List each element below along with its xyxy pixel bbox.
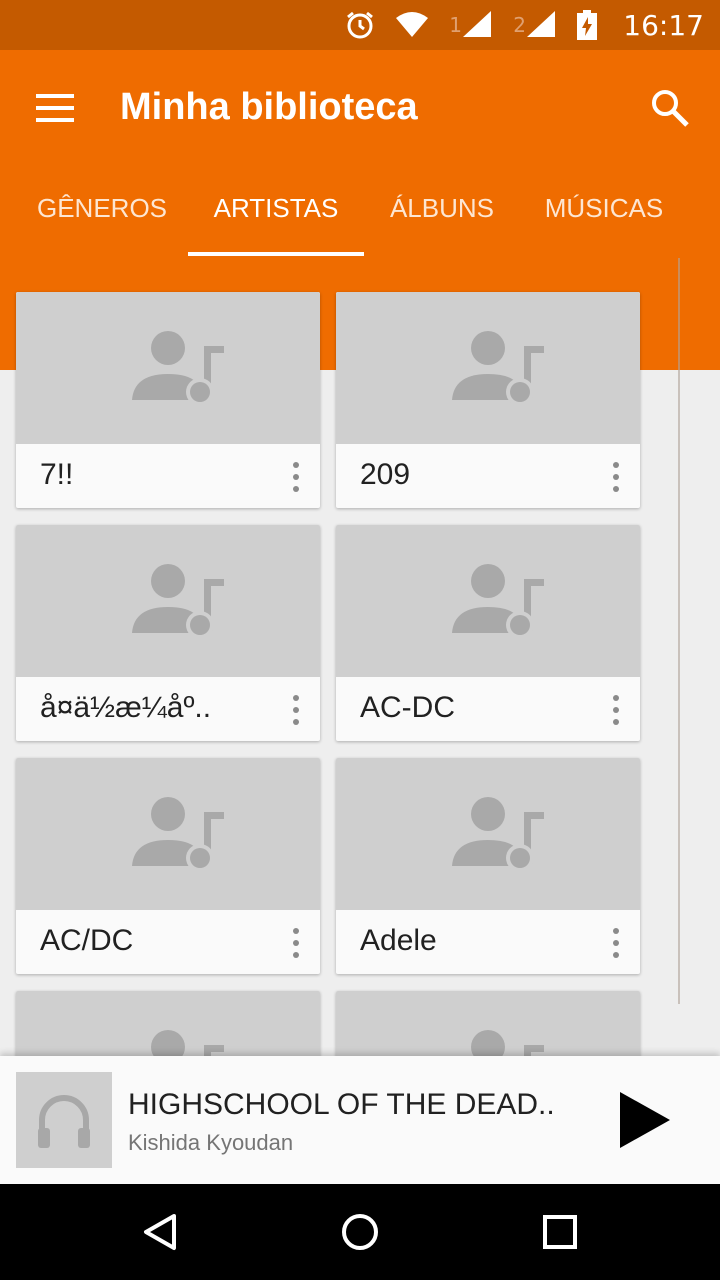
tab-artistas[interactable]: ARTISTAS bbox=[188, 180, 364, 258]
wifi-icon bbox=[396, 12, 429, 37]
now-playing-thumbnail[interactable] bbox=[16, 1072, 112, 1168]
more-options-icon[interactable] bbox=[604, 456, 628, 496]
navigation-bar bbox=[0, 1184, 720, 1280]
artist-card[interactable]: 209 bbox=[336, 292, 640, 508]
artist-placeholder-icon bbox=[132, 797, 224, 872]
artist-name: å¤ä½æ¼åº.. bbox=[40, 691, 212, 724]
tab-generos[interactable]: GÊNEROS bbox=[24, 180, 180, 258]
tab-bar: GÊNEROS ARTISTAS ÁLBUNS MÚSICAS bbox=[0, 180, 720, 258]
artist-art bbox=[16, 292, 320, 444]
artist-card[interactable]: AC-DC bbox=[336, 525, 640, 741]
more-options-icon[interactable] bbox=[284, 456, 308, 496]
artist-card[interactable]: å¤ä½æ¼åº.. bbox=[16, 525, 320, 741]
tab-albuns[interactable]: ÁLBUNS bbox=[372, 180, 512, 258]
tab-musicas[interactable]: MÚSICAS bbox=[528, 180, 680, 258]
now-playing-bar[interactable]: HIGHSCHOOL OF THE DEAD.. Kishida Kyoudan bbox=[0, 1056, 720, 1184]
now-playing-title: HIGHSCHOOL OF THE DEAD.. bbox=[128, 1088, 555, 1121]
artist-name: AC/DC bbox=[40, 924, 134, 957]
artist-art bbox=[16, 525, 320, 677]
signal-icon bbox=[463, 11, 492, 37]
headphones-icon bbox=[38, 1095, 90, 1148]
recents-icon[interactable] bbox=[536, 1208, 584, 1256]
page-title: Minha biblioteca bbox=[120, 86, 418, 128]
artist-card[interactable]: 7!! bbox=[16, 292, 320, 508]
more-options-icon[interactable] bbox=[284, 922, 308, 962]
back-icon[interactable] bbox=[136, 1208, 184, 1256]
artist-art bbox=[336, 758, 640, 910]
artist-name: Adele bbox=[360, 924, 437, 957]
clock: 16:17 bbox=[623, 8, 704, 42]
battery-charging-icon bbox=[577, 10, 598, 40]
play-icon[interactable] bbox=[612, 1088, 676, 1152]
menu-button[interactable] bbox=[36, 94, 76, 126]
status-bar: 1 2 16:17 bbox=[0, 0, 720, 50]
artist-art bbox=[16, 758, 320, 910]
artist-name: 209 bbox=[360, 458, 411, 491]
artist-placeholder-icon bbox=[452, 797, 544, 872]
menu-icon bbox=[36, 94, 76, 122]
signal-sim2: 2 bbox=[513, 11, 557, 39]
tab-indicator bbox=[188, 252, 364, 256]
more-options-icon[interactable] bbox=[604, 922, 628, 962]
artist-placeholder-icon bbox=[132, 564, 224, 639]
artist-placeholder-icon bbox=[132, 331, 224, 406]
more-options-icon[interactable] bbox=[284, 689, 308, 729]
signal-icon bbox=[527, 11, 556, 37]
search-icon[interactable] bbox=[650, 88, 690, 128]
artist-card[interactable]: AC/DC bbox=[16, 758, 320, 974]
now-playing-artist: Kishida Kyoudan bbox=[128, 1130, 294, 1155]
artist-art bbox=[336, 292, 640, 444]
artist-card[interactable]: Adele bbox=[336, 758, 640, 974]
artist-name: AC-DC bbox=[360, 691, 455, 724]
home-icon[interactable] bbox=[336, 1208, 384, 1256]
more-options-icon[interactable] bbox=[604, 689, 628, 729]
signal-sim1: 1 bbox=[449, 11, 493, 39]
artist-placeholder-icon bbox=[452, 331, 544, 406]
artist-placeholder-icon bbox=[452, 564, 544, 639]
artist-art bbox=[336, 525, 640, 677]
artist-name: 7!! bbox=[40, 458, 74, 491]
scrollbar[interactable] bbox=[678, 258, 680, 1004]
alarm-icon bbox=[347, 11, 374, 39]
